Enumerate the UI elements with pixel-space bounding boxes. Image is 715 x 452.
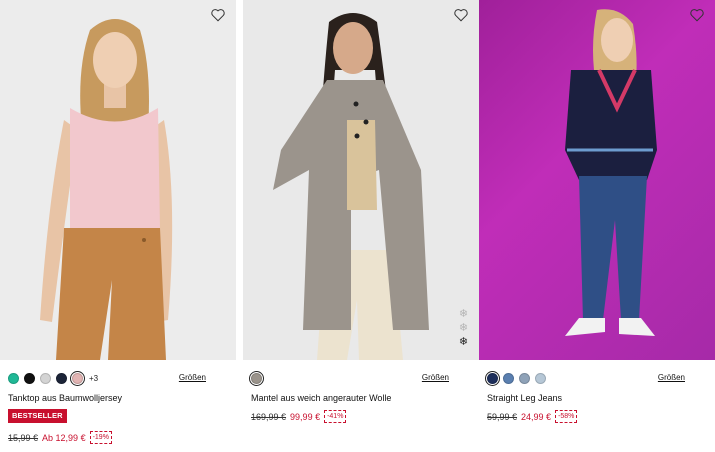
- sale-price: 24,99 €: [521, 411, 552, 422]
- original-price: 169,99 €: [251, 411, 287, 422]
- product-image[interactable]: ❄ ❄ ❄: [243, 0, 479, 360]
- color-swatch[interactable]: [56, 373, 67, 384]
- color-swatch[interactable]: [8, 373, 19, 384]
- wishlist-heart-icon[interactable]: [689, 8, 705, 22]
- model-illustration: [40, 19, 173, 360]
- product-name[interactable]: Mantel aus weich angerauter Wolle: [251, 393, 391, 403]
- product-card[interactable]: +3 Größen Tanktop aus Baumwolljersey BES…: [0, 0, 236, 452]
- wishlist-heart-icon[interactable]: [210, 8, 226, 22]
- model-illustration: [273, 13, 429, 360]
- discount-badge: -58%: [555, 410, 578, 423]
- price-row: 169,99 € 99,99 € -41%: [251, 410, 347, 423]
- bestseller-badge: BESTSELLER: [8, 409, 67, 423]
- sale-price: Ab 12,99 €: [42, 432, 86, 443]
- color-swatch[interactable]: [503, 373, 514, 384]
- color-swatches: +3: [8, 372, 98, 385]
- color-swatch[interactable]: [535, 373, 546, 384]
- color-swatches: [251, 372, 267, 385]
- snowflake-icon: ❄: [458, 321, 469, 334]
- color-swatch[interactable]: [40, 373, 51, 384]
- color-swatch-selected[interactable]: [251, 373, 262, 384]
- discount-badge: -19%: [89, 431, 112, 444]
- sale-price: 99,99 €: [290, 411, 321, 422]
- price-row: 59,99 € 24,99 € -58%: [487, 410, 578, 423]
- original-price: 59,99 €: [487, 411, 518, 422]
- product-card[interactable]: ❄ ❄ ❄ Größen Mantel aus weich angerauter…: [243, 0, 479, 452]
- discount-badge: -41%: [324, 410, 347, 423]
- product-name[interactable]: Straight Leg Jeans: [487, 393, 562, 403]
- snowflake-icon: ❄: [458, 307, 469, 320]
- sizes-link[interactable]: Größen: [658, 373, 685, 382]
- product-card[interactable]: Größen Straight Leg Jeans 59,99 € 24,99 …: [479, 0, 715, 452]
- snowflake-icon: ❄: [458, 335, 469, 348]
- color-swatch[interactable]: [24, 373, 35, 384]
- color-swatches: [487, 372, 551, 385]
- product-name[interactable]: Tanktop aus Baumwolljersey: [8, 393, 122, 403]
- original-price: 15,99 €: [8, 432, 39, 443]
- sizes-link[interactable]: Größen: [179, 373, 206, 382]
- product-grid: +3 Größen Tanktop aus Baumwolljersey BES…: [0, 0, 715, 452]
- more-colors-count[interactable]: +3: [89, 374, 98, 383]
- color-swatch-selected[interactable]: [487, 373, 498, 384]
- wishlist-heart-icon[interactable]: [453, 8, 469, 22]
- sizes-link[interactable]: Größen: [422, 373, 449, 382]
- product-image[interactable]: [0, 0, 236, 360]
- price-row: 15,99 € Ab 12,99 € -19%: [8, 431, 112, 444]
- color-swatch-selected[interactable]: [72, 373, 83, 384]
- product-image[interactable]: [479, 0, 715, 360]
- color-swatch[interactable]: [519, 373, 530, 384]
- model-illustration: [565, 9, 657, 336]
